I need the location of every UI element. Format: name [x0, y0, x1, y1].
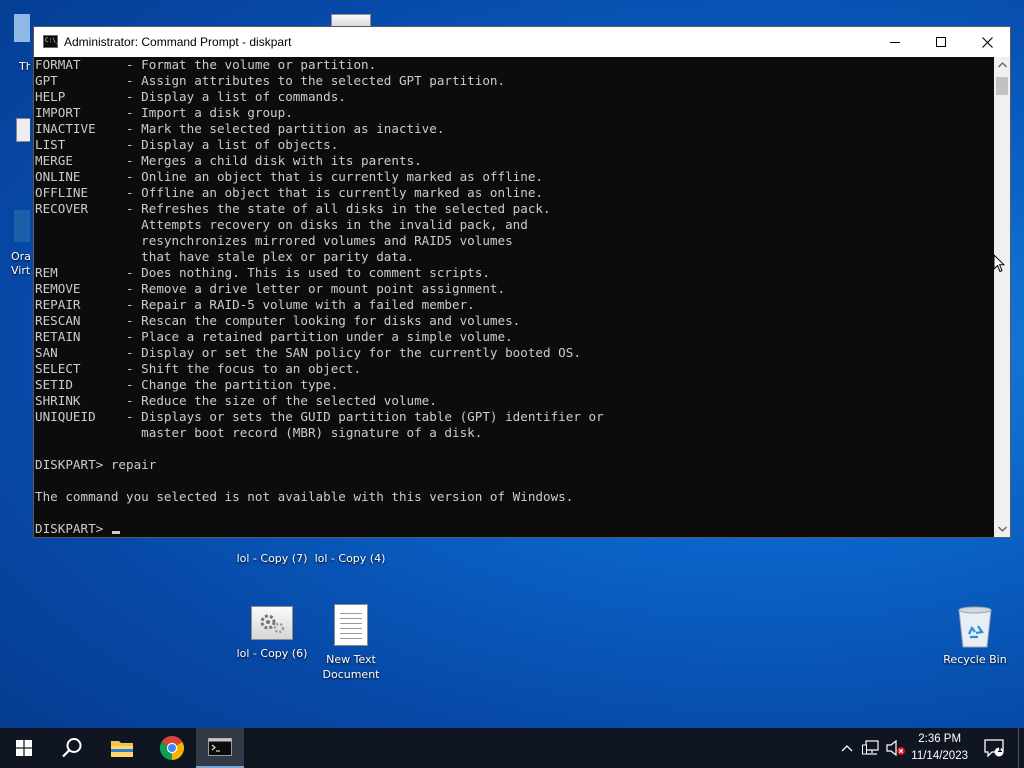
clock-time: 2:36 PM — [918, 733, 962, 745]
close-icon — [981, 36, 993, 48]
taskbar: 2:36 PM 11/14/2023 1 — [0, 728, 1024, 768]
scrollbar-thumb[interactable] — [996, 77, 1008, 95]
command-prompt-icon — [208, 738, 232, 756]
chevron-up-icon — [997, 62, 1007, 68]
maximize-button[interactable] — [918, 27, 964, 57]
settings-file-icon — [251, 606, 293, 640]
console-line: FORMAT - Format the volume or partition. — [35, 57, 377, 72]
console-line: RECOVER - Refreshes the state of all dis… — [35, 201, 551, 216]
search-button[interactable] — [48, 728, 96, 768]
chevron-down-icon — [997, 526, 1007, 532]
desktop-icon-partial-label: Virtu — [11, 264, 30, 277]
console-prompt-line[interactable]: DISKPART> — [35, 521, 997, 537]
desktop-icon-recycle-bin[interactable]: Recycle Bin — [935, 604, 1015, 667]
taskbar-command-prompt[interactable] — [196, 728, 244, 768]
console-line: UNIQUEID - Displays or sets the GUID par… — [35, 409, 604, 424]
recycle-bin-icon — [954, 604, 996, 648]
console-line: master boot record (MBR) signature of a … — [35, 425, 483, 440]
desktop-icon-label: lol - Copy (6) — [236, 647, 308, 660]
mouse-pointer-icon — [993, 254, 1005, 273]
console-line: REM - Does nothing. This is used to comm… — [35, 265, 490, 280]
folder-icon — [14, 14, 30, 42]
search-icon — [62, 738, 82, 758]
console-line: OFFLINE - Offline an object that is curr… — [35, 185, 543, 200]
desktop-icon-label: lol - Copy (7) — [236, 552, 308, 565]
folder-icon — [111, 741, 133, 757]
windows-logo-icon — [16, 740, 32, 756]
maximize-icon — [936, 37, 946, 47]
scroll-down-button[interactable] — [994, 521, 1010, 537]
clock[interactable]: 2:36 PM 11/14/2023 — [911, 731, 968, 765]
console-line: ONLINE - Online an object that is curren… — [35, 169, 543, 184]
show-desktop-button[interactable] — [1018, 728, 1024, 768]
settings-file-icon — [16, 118, 30, 142]
console-line: MERGE - Merges a child disk with its par… — [35, 153, 422, 168]
desktop-icon-label: lol - Copy (4) — [314, 552, 386, 565]
close-button[interactable] — [964, 27, 1010, 57]
desktop-icon-partial-label: Th — [19, 60, 30, 73]
command-prompt-icon: C:\_ — [43, 35, 59, 48]
virtualbox-icon — [14, 210, 30, 242]
console-line: INACTIVE - Mark the selected partition a… — [35, 121, 445, 136]
console-line: REMOVE - Remove a drive letter or mount … — [35, 281, 506, 296]
desktop-icon-lol-copy-6[interactable]: lol - Copy (6) — [232, 606, 312, 661]
text-document-icon — [334, 604, 368, 646]
taskbar-chrome[interactable] — [148, 728, 196, 768]
volume-muted-icon — [886, 740, 905, 756]
console-line: REPAIR - Repair a RAID-5 volume with a f… — [35, 297, 475, 312]
console-output[interactable]: FORMAT - Format the volume or partition.… — [34, 57, 997, 537]
console-line: HELP - Display a list of commands. — [35, 89, 346, 104]
desktop-icon-label: Recycle Bin — [943, 653, 1007, 666]
notification-count-badge: 1 — [997, 745, 1003, 754]
text-cursor — [111, 531, 120, 534]
scroll-up-button[interactable] — [994, 57, 1010, 73]
desktop-icon-new-text-document[interactable]: New Text Document — [311, 604, 391, 682]
desktop-icon-partial-2[interactable] — [0, 118, 30, 142]
desktop-icon-partial-label: Orac — [11, 250, 30, 263]
window-titlebar[interactable]: C:\_ Administrator: Command Prompt - dis… — [34, 27, 1010, 57]
console-line: SHRINK - Reduce the size of the selected… — [35, 393, 437, 408]
console-line: RESCAN - Rescan the computer looking for… — [35, 313, 521, 328]
console-line: SAN - Display or set the SAN policy for … — [35, 345, 581, 360]
console-line: DISKPART> repair — [35, 457, 157, 472]
console-line: that have stale plex or parity data. — [35, 249, 415, 264]
console-line: GPT - Assign attributes to the selected … — [35, 73, 506, 88]
start-button[interactable] — [0, 728, 48, 768]
desktop-icon-label: New Text Document — [322, 653, 380, 681]
vertical-scrollbar[interactable] — [994, 57, 1010, 537]
clock-date: 11/14/2023 — [911, 750, 968, 762]
console-line: IMPORT - Import a disk group. — [35, 105, 293, 120]
console-line: LIST - Display a list of objects. — [35, 137, 339, 152]
console-line: The command you selected is not availabl… — [35, 489, 574, 504]
show-hidden-icons-button[interactable] — [838, 728, 856, 768]
console-line: resynchronizes mirrored volumes and RAID… — [35, 233, 513, 248]
desktop-icon-partial-3[interactable]: Orac Virtu — [0, 210, 30, 278]
network-icon — [862, 740, 879, 755]
taskbar-file-explorer[interactable] — [98, 728, 146, 768]
chrome-icon — [160, 736, 184, 760]
console-line: SELECT - Shift the focus to an object. — [35, 361, 362, 376]
console-line: SETID - Change the partition type. — [35, 377, 339, 392]
notification-center-button[interactable]: 1 — [980, 728, 1008, 768]
console-line: Attempts recovery on disks in the invali… — [35, 217, 528, 232]
window-title: Administrator: Command Prompt - diskpart — [64, 35, 292, 49]
chevron-up-icon — [841, 745, 853, 752]
console-line: RETAIN - Place a retained partition unde… — [35, 329, 513, 344]
console-prompt: DISKPART> — [35, 521, 111, 536]
volume-button[interactable] — [884, 728, 908, 768]
desktop-icon-partial-1[interactable]: Th — [0, 14, 30, 73]
minimize-button[interactable] — [872, 27, 918, 57]
command-prompt-window[interactable]: C:\_ Administrator: Command Prompt - dis… — [33, 26, 1011, 538]
minimize-icon — [890, 42, 900, 43]
network-button[interactable] — [860, 728, 882, 768]
